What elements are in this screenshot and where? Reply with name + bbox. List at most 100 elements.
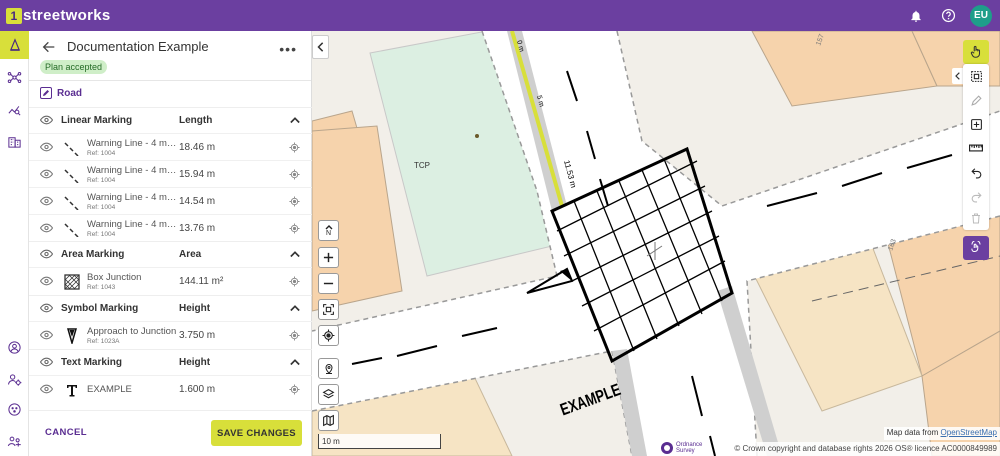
- eye-icon[interactable]: [39, 330, 54, 343]
- fit-extent-button[interactable]: [318, 299, 339, 320]
- redo-button[interactable]: [963, 184, 989, 208]
- app-logo[interactable]: 1 streetworks: [6, 7, 111, 24]
- measure-ruler-button[interactable]: [963, 136, 989, 160]
- map-canvas[interactable]: TCP 157 163 EXAMPLE 0 m 5 m 11.53 m: [312, 31, 1000, 456]
- item-value: 15.94 m: [179, 169, 216, 180]
- list-item[interactable]: Warning Line - 4 m / 2 m Ref: 1004 14.54…: [29, 187, 312, 214]
- chevron-left-icon: [954, 72, 960, 80]
- more-menu-icon[interactable]: •••: [279, 41, 297, 57]
- eye-icon[interactable]: [39, 276, 54, 289]
- plus-icon: [323, 252, 334, 263]
- bell-icon[interactable]: [906, 6, 926, 26]
- chevron-up-icon[interactable]: [290, 116, 300, 127]
- list-item[interactable]: Box Junction Ref: 1043 144.11 m²: [29, 267, 312, 294]
- back-arrow-icon[interactable]: [41, 39, 57, 58]
- item-ref: Ref: 1004: [87, 204, 116, 211]
- eye-icon[interactable]: [39, 115, 54, 128]
- eye-icon[interactable]: [39, 357, 54, 370]
- trash-icon: [972, 213, 980, 223]
- section-area-marking[interactable]: Area Marking Area: [29, 241, 312, 267]
- save-changes-button[interactable]: SAVE CHANGES: [211, 420, 302, 446]
- collapse-panel-button[interactable]: [312, 35, 329, 59]
- osm-attribution: Map data from OpenStreetMap: [883, 427, 1000, 440]
- osm-link[interactable]: OpenStreetMap: [941, 428, 997, 437]
- section-name: Linear Marking: [61, 115, 133, 126]
- os-logo: Ordnance Survey: [660, 440, 706, 456]
- rail-account-icon[interactable]: [0, 333, 29, 361]
- pencil-icon: [40, 87, 52, 99]
- section-name: Area Marking: [61, 249, 125, 260]
- layers-button[interactable]: [318, 384, 339, 405]
- rail-user-settings-icon[interactable]: [0, 365, 29, 393]
- rail-buildings-icon[interactable]: [0, 127, 29, 155]
- road-link[interactable]: Road: [40, 87, 82, 99]
- warning-line-icon: [64, 167, 80, 184]
- help-icon[interactable]: [938, 6, 958, 26]
- chevron-up-icon[interactable]: [290, 250, 300, 261]
- rail-team-settings-icon[interactable]: [0, 427, 29, 455]
- list-item[interactable]: Approach to Junction Ref: 1023A 3.750 m: [29, 321, 312, 348]
- locate-target-icon[interactable]: [289, 223, 300, 237]
- section-column: Height: [179, 303, 211, 314]
- rail-network-icon[interactable]: [0, 63, 29, 91]
- text-icon: [64, 382, 80, 398]
- item-value: 144.11 m²: [179, 276, 224, 287]
- locate-target-icon[interactable]: [289, 196, 300, 210]
- north-compass-button[interactable]: N: [318, 220, 339, 241]
- item-value: 3.750 m: [179, 330, 216, 341]
- my-location-button[interactable]: [318, 325, 339, 346]
- undo-icon: [970, 167, 981, 178]
- pan-hand-button[interactable]: [963, 40, 989, 64]
- eye-icon[interactable]: [39, 384, 54, 397]
- section-name: Text Marking: [61, 357, 122, 368]
- eye-icon[interactable]: [39, 249, 54, 262]
- edit-pencil-button[interactable]: [963, 88, 989, 112]
- eye-icon[interactable]: [39, 303, 54, 316]
- section-linear-marking[interactable]: Linear Marking Length: [29, 107, 312, 133]
- section-text-marking[interactable]: Text Marking Height: [29, 349, 312, 375]
- eye-icon[interactable]: [39, 169, 54, 182]
- section-symbol-marking[interactable]: Symbol Marking Height: [29, 295, 312, 321]
- item-ref: Ref: 1004: [87, 150, 116, 157]
- gesture-button[interactable]: [963, 236, 989, 260]
- delete-button[interactable]: [963, 206, 989, 230]
- item-label: Warning Line - 4 m / 2 m: [87, 219, 179, 230]
- zoom-in-button[interactable]: [318, 247, 339, 268]
- add-shape-button[interactable]: [963, 112, 989, 136]
- locate-target-icon[interactable]: [289, 276, 300, 290]
- chevron-up-icon[interactable]: [290, 304, 300, 315]
- list-item[interactable]: EXAMPLE 1.600 m: [29, 375, 312, 402]
- select-box-button[interactable]: [963, 64, 989, 88]
- undo-button[interactable]: [963, 160, 989, 184]
- select-box-icon: [970, 70, 982, 82]
- rail-analytics-icon[interactable]: [0, 95, 29, 123]
- eye-icon[interactable]: [39, 196, 54, 209]
- eye-icon[interactable]: [39, 223, 54, 236]
- eye-icon[interactable]: [39, 142, 54, 155]
- list-item[interactable]: Warning Line - 4 m / 2 m Ref: 1004 13.76…: [29, 214, 312, 241]
- rail-face-icon[interactable]: [0, 395, 29, 423]
- map-pin-icon: [324, 364, 333, 374]
- logo-text: streetworks: [23, 7, 111, 24]
- map-drawing: TCP 157 163 EXAMPLE 0 m 5 m 11.53 m: [312, 31, 1000, 456]
- chevron-up-icon[interactable]: [290, 358, 300, 369]
- locate-target-icon[interactable]: [289, 169, 300, 183]
- toolbar-expand-button[interactable]: [952, 68, 963, 84]
- user-avatar[interactable]: EU: [970, 4, 992, 27]
- panel-footer: CANCEL SAVE CHANGES: [29, 410, 312, 456]
- list-item[interactable]: Warning Line - 4 m / 2 m Ref: 1004 15.94…: [29, 160, 312, 187]
- item-label: Approach to Junction: [87, 326, 177, 337]
- cancel-button[interactable]: CANCEL: [45, 427, 87, 438]
- zoom-out-button[interactable]: [318, 273, 339, 294]
- locate-target-icon[interactable]: [289, 142, 300, 156]
- basemap-button[interactable]: [318, 410, 339, 431]
- list-item[interactable]: Warning Line - 4 m / 2 m Ref: 1004 18.46…: [29, 133, 312, 160]
- scale-bar: 10 m: [318, 434, 441, 449]
- crown-copyright: © Crown copyright and database rights 20…: [731, 442, 1000, 456]
- status-badge: Plan accepted: [40, 60, 108, 74]
- locate-target-icon[interactable]: [289, 330, 300, 344]
- pin-button[interactable]: [318, 358, 339, 379]
- locate-target-icon[interactable]: [289, 384, 300, 398]
- rail-plan-icon[interactable]: [0, 31, 29, 59]
- section-column: Height: [179, 357, 211, 368]
